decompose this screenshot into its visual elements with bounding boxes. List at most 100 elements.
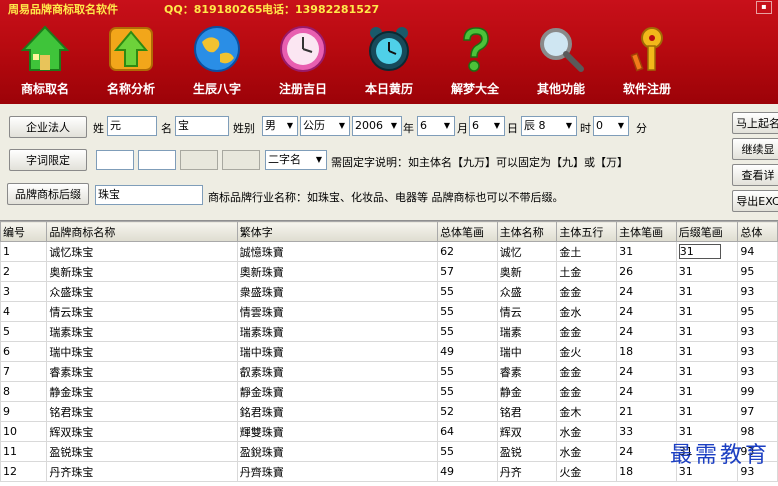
given-name-label: 名	[161, 122, 172, 135]
table-row[interactable]: 11 盈锐珠宝 盈銳珠寶 55 盈锐 水金 24 31 93	[0, 441, 778, 462]
day-select[interactable]: 6 ▼	[469, 116, 505, 136]
toolbar-button-other-functions[interactable]: 其他功能	[518, 22, 598, 102]
table-row[interactable]: 4 情云珠宝 情雲珠寶 55 情云 金水 24 31 95	[0, 301, 778, 322]
watermark: 最需教育	[669, 443, 770, 468]
fixed-char-input-2[interactable]	[138, 150, 176, 170]
column-header[interactable]: 品牌商标名称	[46, 221, 238, 242]
minute-select[interactable]: 0 ▼	[593, 116, 629, 136]
continue-display-button[interactable]: 继续显	[732, 138, 778, 160]
suffix-input[interactable]: 珠宝	[95, 185, 203, 205]
table-cell: 静金珠宝	[46, 381, 238, 402]
minimize-button[interactable]: ▪	[756, 1, 772, 14]
suffix-hint: 商标品牌行业名称：如珠宝、化妆品、电器等 品牌商标也可以不带后缀。	[208, 191, 564, 204]
table-cell: 4	[0, 301, 48, 322]
chevron-down-icon: ▼	[338, 121, 346, 130]
toolbar-button-name-analysis[interactable]: 名称分析	[88, 22, 168, 102]
phone-contact: 电话：13982281527	[262, 3, 380, 16]
table-cell: 衆盛珠寶	[236, 281, 439, 302]
calendar-value: 公历	[303, 119, 325, 132]
hour-select[interactable]: 辰 8 ▼	[521, 116, 577, 136]
column-header[interactable]: 繁体字	[236, 221, 439, 242]
minute-label: 分	[636, 122, 647, 135]
table-cell: 辉双珠宝	[46, 421, 238, 442]
column-header[interactable]: 总体笔画	[437, 221, 498, 242]
toolbar-label: 生辰八字	[192, 82, 241, 96]
app-title: 周易品牌商标取名软件	[8, 3, 118, 16]
table-cell: 55	[437, 381, 498, 402]
month-select[interactable]: 6 ▼	[417, 116, 455, 136]
table-cell: 95	[737, 261, 778, 282]
table-row[interactable]: 5 瑞素珠宝 瑞素珠寶 55 瑞素 金金 24 31 93	[0, 321, 778, 342]
table-cell: 金土	[556, 241, 618, 262]
table-row[interactable]: 8 静金珠宝 靜金珠寶 55 静金 金金 24 31 99	[0, 381, 778, 402]
chevron-down-icon: ▼	[493, 121, 501, 130]
toolbar-button-software-registration[interactable]: 软件注册	[604, 22, 684, 102]
toolbar-button-daily-almanac[interactable]: 本日黄历	[346, 22, 426, 102]
table-cell: 靜金珠寶	[236, 381, 439, 402]
table-cell: 55	[437, 281, 498, 302]
toolbar-button-trademark-naming[interactable]: 商标取名	[2, 22, 82, 102]
brand-suffix-button[interactable]: 品牌商标后缀	[7, 183, 89, 205]
table-cell: 93	[737, 281, 778, 302]
fixed-char-input-4[interactable]	[222, 150, 260, 170]
year-select[interactable]: 2006 ▼	[352, 116, 402, 136]
column-header[interactable]: 主体五行	[556, 221, 618, 242]
table-cell: 盈锐	[496, 441, 558, 462]
column-header[interactable]: 主体笔画	[616, 221, 677, 242]
table-row[interactable]: 9 铭君珠宝 銘君珠寶 52 铭君 金木 21 31 97	[0, 401, 778, 422]
table-cell: 土金	[556, 261, 618, 282]
table-cell: 24	[616, 441, 677, 462]
gender-select[interactable]: 男 ▼	[262, 116, 298, 136]
focused-cell-editor[interactable]: 31	[678, 244, 721, 259]
table-cell: 瑞素	[496, 321, 558, 342]
table-cell: 10	[0, 421, 48, 442]
export-excel-button[interactable]: 导出EXC	[732, 190, 778, 212]
fixed-char-input-1[interactable]	[96, 150, 134, 170]
table-cell: 55	[437, 441, 498, 462]
start-naming-button[interactable]: 马上起名	[732, 112, 778, 134]
column-header[interactable]: 总体	[737, 221, 778, 242]
table-row[interactable]: 1 诚忆珠宝 誠憶珠寶 62 诚忆 金土 31 31 94	[0, 241, 778, 262]
surname-input[interactable]: 元	[107, 116, 157, 136]
table-cell: 8	[0, 381, 48, 402]
enterprise-type-button[interactable]: 企业法人	[9, 116, 87, 138]
name-length-select[interactable]: 二字名 ▼	[265, 150, 327, 170]
column-header[interactable]: 主体名称	[496, 221, 558, 242]
toolbar-button-birth-chart[interactable]: 生辰八字	[174, 22, 254, 102]
minute-value: 0	[596, 119, 603, 132]
table-cell: 33	[616, 421, 677, 442]
table-row[interactable]: 6 瑞中珠宝 瑞中珠寶 49 瑞中 金火 18 31 93	[0, 341, 778, 362]
column-header[interactable]: 编号	[0, 221, 48, 242]
table-cell: 銘君珠寶	[236, 401, 439, 422]
naming-form: 企业法人 姓 元 名 宝 姓别 男 ▼ 公历 ▼ 2006 ▼ 年 6 ▼ 月 6 ▼ 日…	[0, 104, 778, 220]
chevron-down-icon: ▼	[390, 121, 398, 130]
given-name-input[interactable]: 宝	[175, 116, 229, 136]
word-limit-button[interactable]: 字词限定	[9, 149, 87, 171]
column-header[interactable]: 后缀笔画	[675, 221, 739, 242]
table-cell: 輝雙珠寶	[236, 421, 439, 442]
table-cell: 金金	[556, 361, 618, 382]
table-cell: 情云	[496, 301, 558, 322]
table-cell: 24	[616, 281, 677, 302]
toolbar-button-dream-interpretation[interactable]: 解梦大全	[432, 22, 512, 102]
table-header-row: 编号 品牌商标名称 繁体字 总体笔画 主体名称 主体五行 主体笔画 后缀笔画 总…	[0, 221, 778, 242]
table-cell: 铭君	[496, 401, 558, 422]
table-cell: 31	[675, 381, 739, 402]
view-details-button[interactable]: 查看详	[732, 164, 778, 186]
table-cell: 奥新	[496, 261, 558, 282]
table-row[interactable]: 3 众盛珠宝 衆盛珠寶 55 众盛 金金 24 31 93	[0, 281, 778, 302]
table-cell: 97	[737, 401, 778, 422]
chevron-down-icon: ▼	[617, 121, 625, 130]
table-cell: 99	[737, 381, 778, 402]
table-row[interactable]: 7 睿素珠宝 叡素珠寶 55 睿素 金金 24 31 93	[0, 361, 778, 382]
toolbar-button-auspicious-date[interactable]: 注册吉日	[260, 22, 340, 102]
table-row[interactable]: 2 奥新珠宝 奧新珠寶 57 奥新 土金 26 31 95	[0, 261, 778, 282]
fixed-char-input-3[interactable]	[180, 150, 218, 170]
table-row[interactable]: 12 丹齐珠宝 丹齊珠寶 49 丹齐 火金 18 31 93	[0, 461, 778, 482]
calendar-select[interactable]: 公历 ▼	[300, 116, 350, 136]
table-cell: 93	[737, 321, 778, 342]
table-cell: 众盛	[496, 281, 558, 302]
month-value: 6	[420, 119, 427, 132]
table-cell: 水金	[556, 421, 618, 442]
table-row[interactable]: 10 辉双珠宝 輝雙珠寶 64 辉双 水金 33 31 98	[0, 421, 778, 442]
